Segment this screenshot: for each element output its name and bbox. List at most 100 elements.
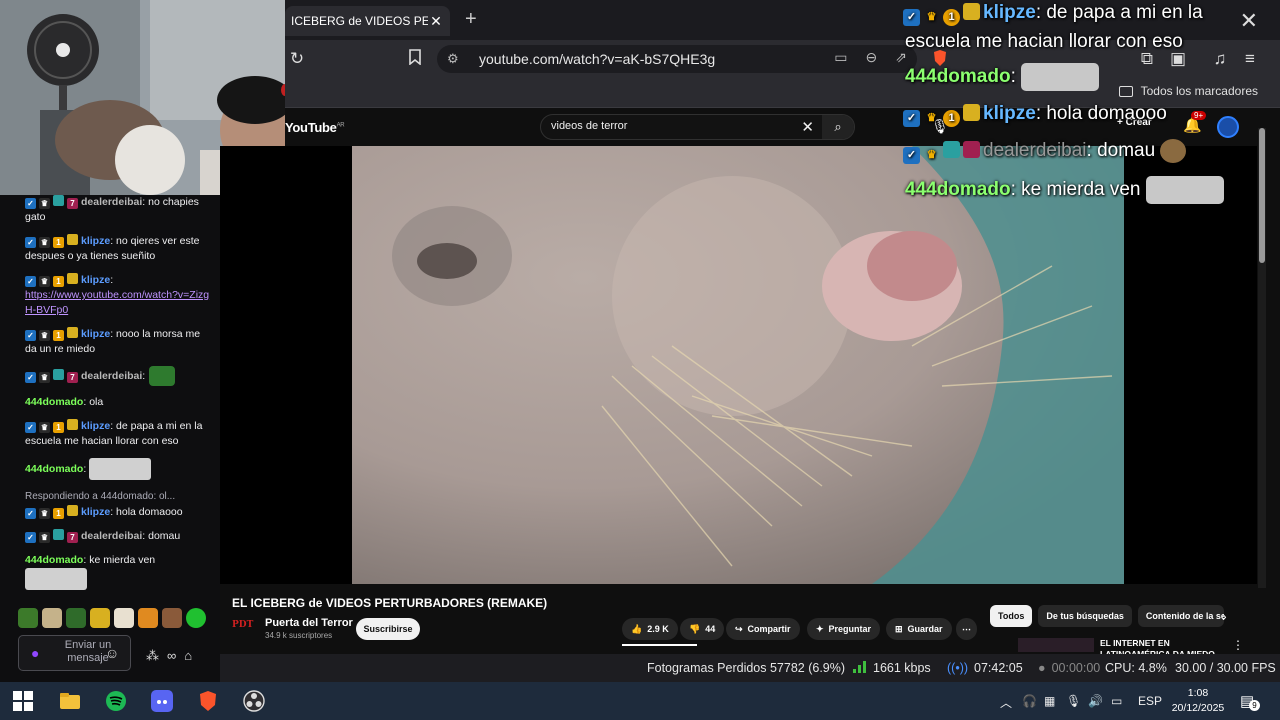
zoom-icon[interactable]: ⊖	[866, 49, 878, 66]
windows-start-icon[interactable]	[12, 690, 34, 712]
window-close-button[interactable]: ✕	[1240, 8, 1258, 34]
search-icon[interactable]: ⌕	[822, 115, 854, 139]
chat-badge-icon[interactable]: 7	[67, 532, 78, 543]
chat-badge-icon[interactable]: ♛	[39, 198, 50, 209]
youtube-logo[interactable]: YouTubeAR	[285, 120, 345, 135]
chip-content[interactable]: Contenido de la se	[1137, 605, 1224, 627]
notification-center-icon[interactable]: ▤ 9	[1240, 692, 1260, 711]
chat-badge-icon[interactable]: ✓	[25, 371, 36, 383]
chevron-right-icon[interactable]: ›	[1222, 608, 1227, 624]
more-options-icon[interactable]: ⋮	[1232, 638, 1244, 652]
chat-username[interactable]: klipze	[81, 328, 110, 340]
tray-expand-icon[interactable]: ︿	[1000, 694, 1012, 711]
chat-badge-icon[interactable]: ♛	[39, 371, 50, 383]
chat-badge-icon[interactable]	[53, 368, 64, 380]
spotify-icon[interactable]	[105, 690, 127, 712]
headset-icon[interactable]: 🎧	[1022, 694, 1037, 708]
chat-badge-icon[interactable]: ♛	[39, 508, 50, 519]
chat-username[interactable]: 444domado	[25, 554, 83, 566]
share-button[interactable]: ↪ Compartir	[726, 618, 800, 640]
media-icon[interactable]: ♫	[1210, 49, 1230, 69]
like-button[interactable]: 👍 2.9 K	[622, 618, 678, 640]
save-button[interactable]: ⊞ Guardar	[886, 618, 952, 640]
emote[interactable]	[114, 608, 134, 628]
infinity-icon[interactable]: ∞	[167, 648, 176, 664]
video-frame[interactable]	[352, 146, 1124, 584]
obs-icon[interactable]	[243, 690, 265, 712]
sidebar-icon[interactable]: ▣	[1168, 49, 1188, 69]
chat-username[interactable]: klipze	[81, 274, 110, 286]
clock[interactable]: 1:08 20/12/2025	[1170, 686, 1226, 716]
emote[interactable]	[90, 608, 110, 628]
emote[interactable]	[42, 608, 62, 628]
file-explorer-icon[interactable]	[59, 690, 81, 712]
recommended-thumbnail[interactable]	[1018, 638, 1094, 652]
chat-badge-icon[interactable]: 1	[53, 237, 64, 248]
chip-searches[interactable]: De tus búsquedas	[1038, 605, 1132, 627]
chat-badge-icon[interactable]: 1	[53, 330, 64, 341]
bits-icon[interactable]: ⁂	[146, 648, 159, 664]
emote[interactable]	[186, 608, 206, 628]
chat-badge-icon[interactable]: 1	[53, 276, 64, 287]
chat-username[interactable]: klipze	[81, 235, 110, 247]
network-icon[interactable]: ▭	[1111, 694, 1122, 708]
chat-badge-icon[interactable]	[53, 529, 64, 540]
youtube-search-input[interactable]: videos de terror ✕ ⌕	[540, 114, 855, 140]
chat-badge-icon[interactable]: ✓	[25, 237, 36, 248]
discord-icon[interactable]	[151, 690, 173, 712]
browser-tab[interactable]: ICEBERG de VIDEOS PERTURBADORES ✕	[285, 6, 450, 36]
emote[interactable]	[138, 608, 158, 628]
avatar[interactable]	[1217, 116, 1239, 138]
reply-context[interactable]: Respondiendo a 444domado: ol...	[25, 489, 210, 504]
chat-link[interactable]: https://www.youtube.com/watch?v=ZizgH-BV…	[25, 289, 209, 316]
chat-username[interactable]: dealerdeibai	[81, 530, 142, 542]
menu-icon[interactable]: ≡	[1240, 49, 1260, 69]
chat-badge-icon[interactable]: ✓	[25, 198, 36, 209]
emote[interactable]	[162, 608, 182, 628]
notifications-icon[interactable]: 🔔 9+	[1183, 111, 1207, 134]
dislike-button[interactable]: 👎 44	[680, 618, 725, 640]
chat-badge-icon[interactable]	[67, 505, 78, 516]
reload-icon[interactable]: ↻	[287, 49, 307, 69]
extensions-icon[interactable]: ⧉	[1137, 49, 1157, 69]
new-tab-button[interactable]: +	[465, 8, 477, 31]
app-tray-icon[interactable]: ▦	[1044, 694, 1055, 708]
chat-badge-icon[interactable]: ♛	[39, 276, 50, 287]
emoji-icon[interactable]: ☺	[105, 645, 119, 661]
channel-name[interactable]: Puerta del Terror	[265, 617, 353, 629]
volume-icon[interactable]: 🔊	[1088, 694, 1103, 708]
subscribe-button[interactable]: Suscribirse	[356, 618, 420, 640]
language-indicator[interactable]: ESP	[1138, 694, 1162, 708]
emote[interactable]	[66, 608, 86, 628]
chat-badge-icon[interactable]	[53, 195, 64, 206]
ask-button[interactable]: ✦ Preguntar	[807, 618, 881, 640]
all-bookmarks-button[interactable]: Todos los marcadores	[1118, 84, 1258, 98]
chat-username[interactable]: klipze	[81, 420, 110, 432]
store-icon[interactable]: ⌂	[184, 648, 192, 664]
bookmark-icon[interactable]	[405, 49, 425, 69]
chat-username[interactable]: dealerdeibai	[81, 196, 142, 208]
chat-badge-icon[interactable]: ♛	[39, 330, 50, 341]
chat-badge-icon[interactable]: 1	[53, 508, 64, 519]
chat-badge-icon[interactable]: ♛	[39, 532, 50, 543]
chat-badge-icon[interactable]: ✓	[25, 508, 36, 519]
site-settings-icon[interactable]: ⚙	[447, 51, 465, 67]
chat-badge-icon[interactable]: ✓	[25, 276, 36, 287]
chat-badge-icon[interactable]	[67, 234, 78, 245]
emote[interactable]	[18, 608, 38, 628]
chip-all[interactable]: Todos	[990, 605, 1033, 627]
close-tab-icon[interactable]: ✕	[428, 13, 444, 30]
chat-badge-icon[interactable]: ✓	[25, 422, 36, 433]
chat-badge-icon[interactable]	[67, 327, 78, 338]
brave-icon[interactable]	[197, 690, 219, 712]
chat-badge-icon[interactable]: 1	[53, 422, 64, 433]
scrollbar-thumb[interactable]	[1259, 128, 1265, 263]
chat-username[interactable]: klipze	[81, 506, 110, 518]
chat-badge-icon[interactable]: ♛	[39, 422, 50, 433]
chat-badge-icon[interactable]: ✓	[25, 330, 36, 341]
chat-badge-icon[interactable]: ♛	[39, 237, 50, 248]
chat-username[interactable]: dealerdeibai	[81, 370, 142, 382]
chat-username[interactable]: 444domado	[25, 463, 83, 475]
chat-username[interactable]: 444domado	[25, 396, 83, 408]
cast-icon[interactable]: ▭	[834, 49, 847, 66]
